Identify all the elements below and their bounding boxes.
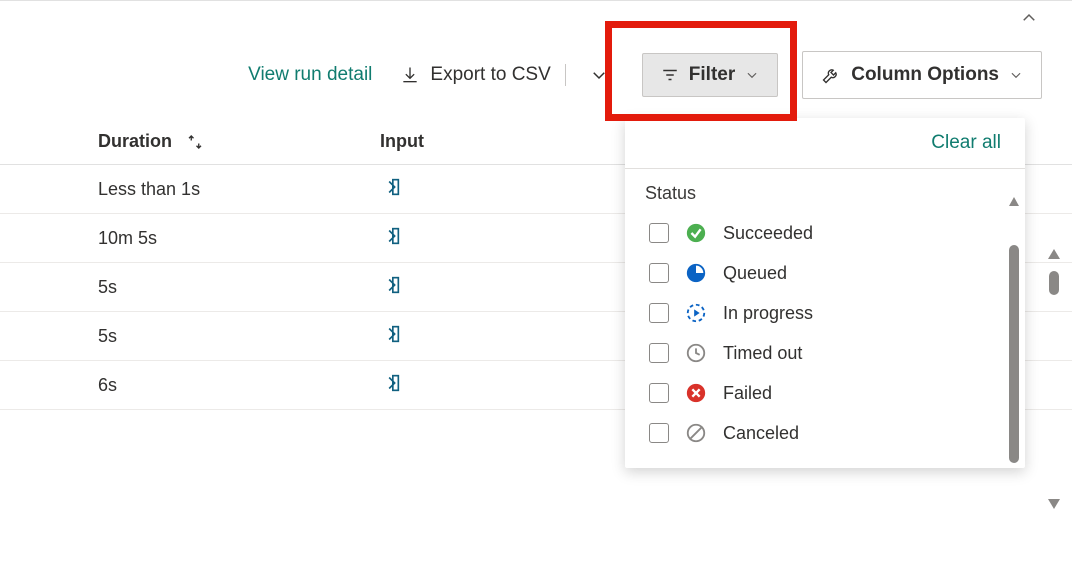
status-label: Succeeded	[723, 223, 813, 244]
checkbox[interactable]	[649, 423, 669, 443]
checkbox[interactable]	[649, 343, 669, 363]
cell-duration: 6s	[0, 375, 300, 396]
checkbox[interactable]	[649, 303, 669, 323]
wrench-icon	[821, 65, 841, 85]
column-header-label: Duration	[98, 131, 172, 152]
column-options-button[interactable]: Column Options	[802, 51, 1042, 99]
column-header-duration[interactable]: Duration	[0, 131, 300, 152]
status-item-succeeded[interactable]: Succeeded	[649, 222, 1001, 244]
export-dropdown-caret[interactable]	[580, 66, 618, 84]
status-label: Queued	[723, 263, 787, 284]
download-icon	[400, 65, 420, 85]
column-header-label: Input	[380, 131, 424, 151]
cell-input[interactable]	[300, 372, 402, 399]
filter-section-title: Status	[645, 183, 1005, 204]
status-item-inprogress[interactable]: In progress	[649, 302, 1001, 324]
status-item-timedout[interactable]: Timed out	[649, 342, 1001, 364]
slash-circle-icon	[685, 422, 707, 444]
checkbox[interactable]	[649, 263, 669, 283]
column-header-input[interactable]: Input	[300, 131, 424, 152]
status-label: In progress	[723, 303, 813, 324]
status-item-failed[interactable]: Failed	[649, 382, 1001, 404]
status-label: Canceled	[723, 423, 799, 444]
open-link-icon	[380, 176, 402, 198]
chevron-down-icon	[745, 68, 759, 82]
filter-panel-scrollbar[interactable]	[1009, 197, 1019, 462]
cell-duration: 5s	[0, 277, 300, 298]
open-link-icon	[380, 372, 402, 394]
checkbox[interactable]	[649, 383, 669, 403]
cell-duration: 5s	[0, 326, 300, 347]
cell-input[interactable]	[300, 323, 402, 350]
filter-button[interactable]: Filter	[642, 53, 778, 97]
toolbar: View run detail Export to CSV Filter Col…	[248, 51, 1042, 99]
open-link-icon	[380, 323, 402, 345]
x-circle-icon	[685, 382, 707, 404]
sort-icon[interactable]	[186, 133, 204, 151]
view-run-detail-link[interactable]: View run detail	[248, 64, 372, 86]
filter-icon	[661, 66, 679, 84]
filter-label: Filter	[689, 64, 735, 86]
status-list: Succeeded Queued In progress	[645, 218, 1005, 460]
export-csv-label: Export to CSV	[430, 64, 550, 86]
export-csv-button[interactable]: Export to CSV	[396, 64, 565, 86]
column-options-label: Column Options	[851, 64, 999, 86]
status-label: Timed out	[723, 343, 802, 364]
cell-input[interactable]	[300, 225, 402, 252]
status-item-canceled[interactable]: Canceled	[649, 422, 1001, 444]
cell-duration: Less than 1s	[0, 179, 300, 200]
checkbox[interactable]	[649, 223, 669, 243]
chevron-down-icon	[1009, 68, 1023, 82]
page-scrollbar[interactable]	[1048, 249, 1060, 509]
check-circle-icon	[685, 222, 707, 244]
clear-all-link[interactable]: Clear all	[931, 132, 1001, 154]
progress-icon	[685, 302, 707, 324]
clock-outline-icon	[685, 342, 707, 364]
collapse-chevron-up-icon[interactable]	[1020, 9, 1038, 27]
cell-input[interactable]	[300, 274, 402, 301]
status-label: Failed	[723, 383, 772, 404]
open-link-icon	[380, 274, 402, 296]
clock-filled-icon	[685, 262, 707, 284]
filter-dropdown-panel: Clear all Status Succeeded Queued	[625, 118, 1025, 468]
cell-duration: 10m 5s	[0, 228, 300, 249]
cell-input[interactable]	[300, 176, 402, 203]
status-item-queued[interactable]: Queued	[649, 262, 1001, 284]
open-link-icon	[380, 225, 402, 247]
